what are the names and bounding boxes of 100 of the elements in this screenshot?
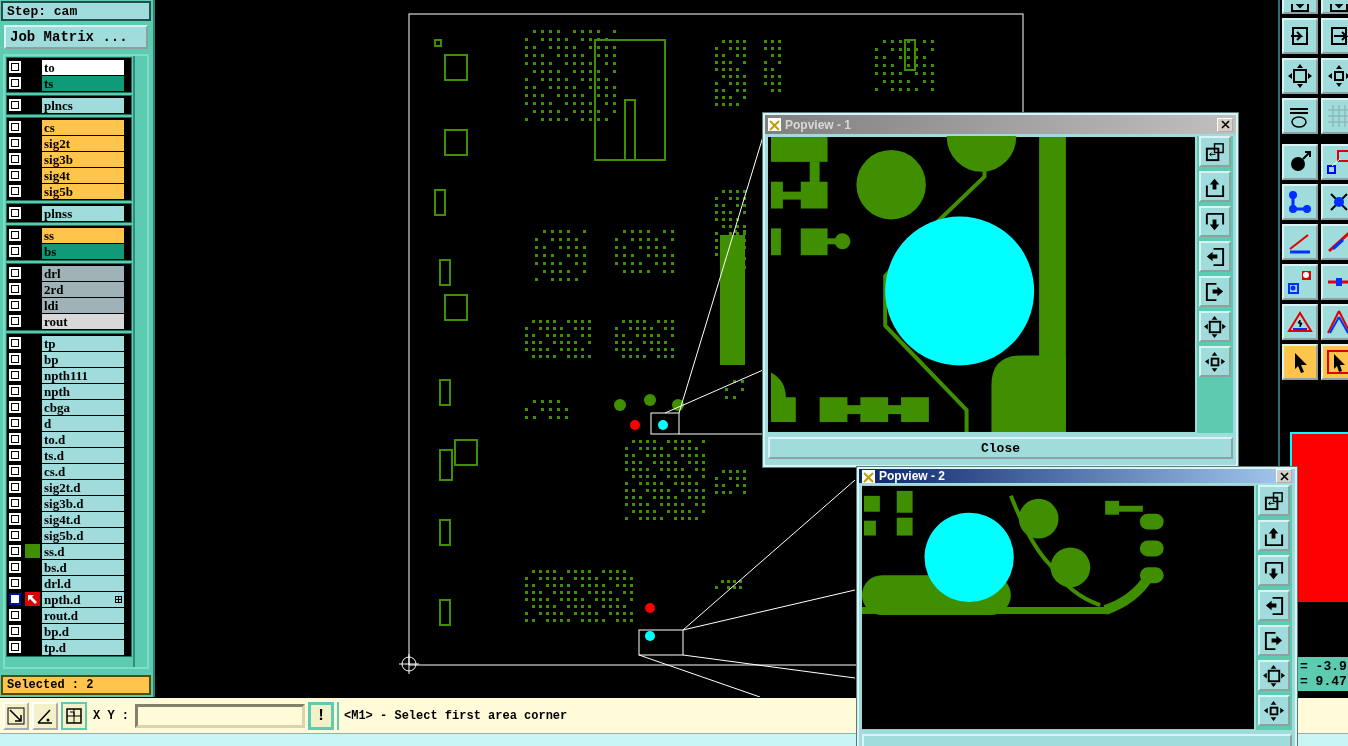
checkbox[interactable] — [9, 529, 21, 541]
checkbox[interactable] — [9, 99, 21, 111]
view-button[interactable] — [1258, 625, 1290, 656]
checkbox[interactable] — [9, 497, 21, 509]
layer-name[interactable]: cs.d — [42, 463, 124, 479]
layer-name[interactable]: rout — [42, 313, 124, 329]
checkbox[interactable] — [9, 545, 21, 557]
layer-name[interactable]: bs — [42, 243, 124, 259]
close-button[interactable] — [1276, 469, 1292, 483]
view-button[interactable] — [1199, 311, 1231, 342]
checkbox[interactable] — [9, 185, 21, 197]
toolbar-button[interactable] — [1282, 304, 1318, 340]
layer-name[interactable]: npth — [42, 383, 124, 399]
checkbox[interactable] — [9, 481, 21, 493]
layer-name[interactable]: ts.d — [42, 447, 124, 463]
view-button[interactable] — [1199, 206, 1231, 237]
checkbox[interactable] — [9, 449, 21, 461]
help-button[interactable]: ! — [308, 701, 334, 730]
layer-name[interactable]: d — [42, 415, 124, 431]
checkbox[interactable] — [9, 417, 21, 429]
layer-name[interactable]: npth.d — [42, 591, 124, 607]
layer-name[interactable]: drl.d — [42, 575, 124, 591]
toolbar-button[interactable] — [1282, 264, 1318, 300]
view-button[interactable] — [1258, 520, 1290, 551]
toolbar-button[interactable] — [1282, 184, 1318, 220]
checkbox[interactable] — [9, 353, 21, 365]
layer-name[interactable]: sig5b — [42, 183, 124, 199]
checkbox[interactable] — [9, 137, 21, 149]
toolbar-button[interactable] — [1321, 184, 1348, 220]
layer-name[interactable]: sig2t.d — [42, 479, 124, 495]
toolbar-button[interactable] — [1321, 224, 1348, 260]
layer-name[interactable]: rout.d — [42, 607, 124, 623]
display-swatch[interactable] — [25, 544, 40, 558]
layer-name[interactable]: 2rd — [42, 281, 124, 297]
checkbox[interactable] — [9, 267, 21, 279]
layer-name[interactable]: tp.d — [42, 639, 124, 655]
toolbar-button[interactable] — [1282, 58, 1318, 94]
checkbox[interactable] — [9, 169, 21, 181]
view-button[interactable] — [1258, 695, 1290, 726]
checkbox[interactable] — [9, 77, 21, 89]
layer-name[interactable]: to — [42, 59, 124, 75]
layer-name[interactable]: drl — [42, 265, 124, 281]
toolbar-button[interactable] — [1321, 58, 1348, 94]
toolbar-button[interactable] — [1321, 304, 1348, 340]
layer-name[interactable]: tp — [42, 335, 124, 351]
checkbox[interactable] — [9, 153, 21, 165]
toolbar-button[interactable] — [1282, 224, 1318, 260]
layer-name[interactable]: ldi — [42, 297, 124, 313]
checkbox[interactable] — [9, 369, 21, 381]
checkbox[interactable] — [9, 641, 21, 653]
view-button[interactable] — [1258, 660, 1290, 691]
checkbox[interactable] — [9, 229, 21, 241]
view-button[interactable] — [1199, 171, 1231, 202]
layer-name[interactable]: cs — [42, 119, 124, 135]
tool-button[interactable] — [61, 701, 87, 730]
toolbar-button[interactable] — [1321, 0, 1348, 14]
close-button[interactable] — [1217, 117, 1233, 132]
layer-name[interactable]: ss.d — [42, 543, 124, 559]
checkbox[interactable] — [9, 385, 21, 397]
toolbar-button[interactable] — [1321, 264, 1348, 300]
layer-name[interactable]: bs.d — [42, 559, 124, 575]
toolbar-button[interactable] — [1282, 98, 1318, 134]
layer-name[interactable]: sig3b.d — [42, 495, 124, 511]
view-button[interactable] — [1258, 590, 1290, 621]
checkbox[interactable] — [9, 207, 21, 219]
checkbox[interactable] — [9, 513, 21, 525]
checkbox[interactable] — [9, 433, 21, 445]
checkbox[interactable] — [9, 283, 21, 295]
toolbar-button[interactable] — [1282, 18, 1318, 54]
checkbox[interactable] — [9, 121, 21, 133]
checkbox[interactable] — [9, 465, 21, 477]
xy-input-field[interactable] — [135, 703, 305, 728]
layer-name[interactable]: to.d — [42, 431, 124, 447]
checkbox[interactable] — [9, 245, 21, 257]
toolbar-button[interactable] — [1321, 144, 1348, 180]
view-button[interactable] — [1199, 276, 1231, 307]
toolbar-button[interactable] — [1282, 144, 1318, 180]
toolbar-button[interactable] — [1321, 18, 1348, 54]
layer-name[interactable]: sig3b — [42, 151, 124, 167]
checkbox[interactable] — [9, 315, 21, 327]
checkbox[interactable] — [9, 61, 21, 73]
view-button[interactable] — [1258, 485, 1290, 516]
layer-name[interactable]: cbga — [42, 399, 124, 415]
layer-name[interactable]: bp.d — [42, 623, 124, 639]
checkbox[interactable] — [9, 625, 21, 637]
checkbox[interactable] — [9, 593, 21, 605]
layer-name[interactable]: sig4t — [42, 167, 124, 183]
checkbox[interactable] — [9, 561, 21, 573]
toolbar-button[interactable] — [1282, 344, 1318, 380]
view-button[interactable] — [1199, 136, 1231, 167]
layer-name[interactable]: plncs — [42, 97, 124, 113]
layer-name[interactable]: plnss — [42, 205, 124, 221]
toolbar-button[interactable] — [1321, 344, 1348, 380]
layer-name[interactable]: bp — [42, 351, 124, 367]
view-button[interactable] — [1258, 555, 1290, 586]
layer-name[interactable]: ts — [42, 75, 124, 91]
checkbox[interactable] — [9, 299, 21, 311]
checkbox[interactable] — [9, 577, 21, 589]
checkbox[interactable] — [9, 401, 21, 413]
layer-name[interactable]: sig2t — [42, 135, 124, 151]
